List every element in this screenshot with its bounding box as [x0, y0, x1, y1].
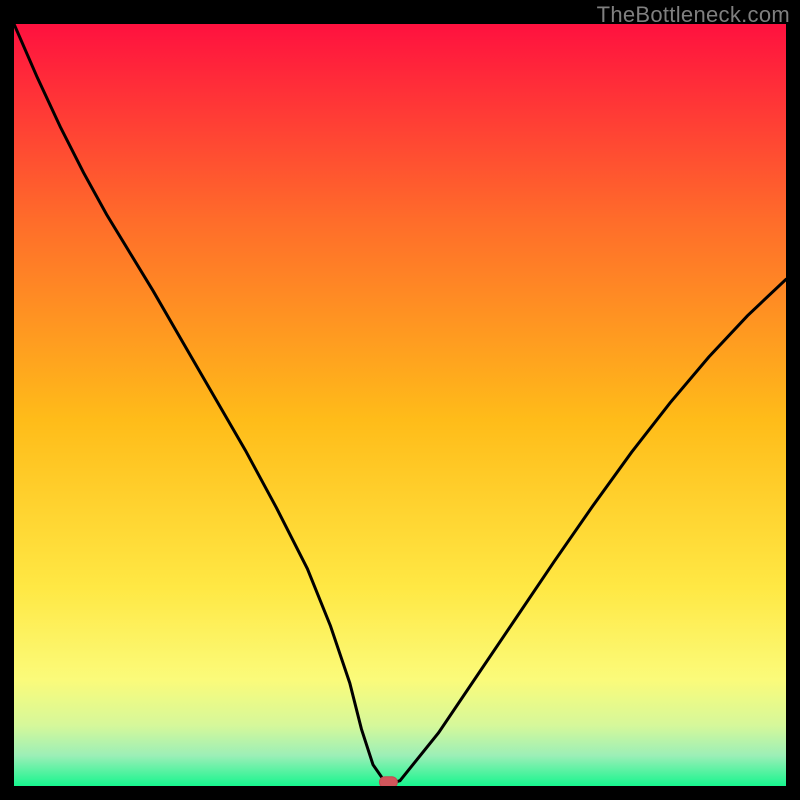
bottleneck-chart	[14, 24, 786, 786]
chart-stage: TheBottleneck.com	[0, 0, 800, 800]
watermark-label: TheBottleneck.com	[597, 2, 790, 28]
plot-area	[14, 24, 786, 786]
optimum-marker	[379, 777, 397, 786]
